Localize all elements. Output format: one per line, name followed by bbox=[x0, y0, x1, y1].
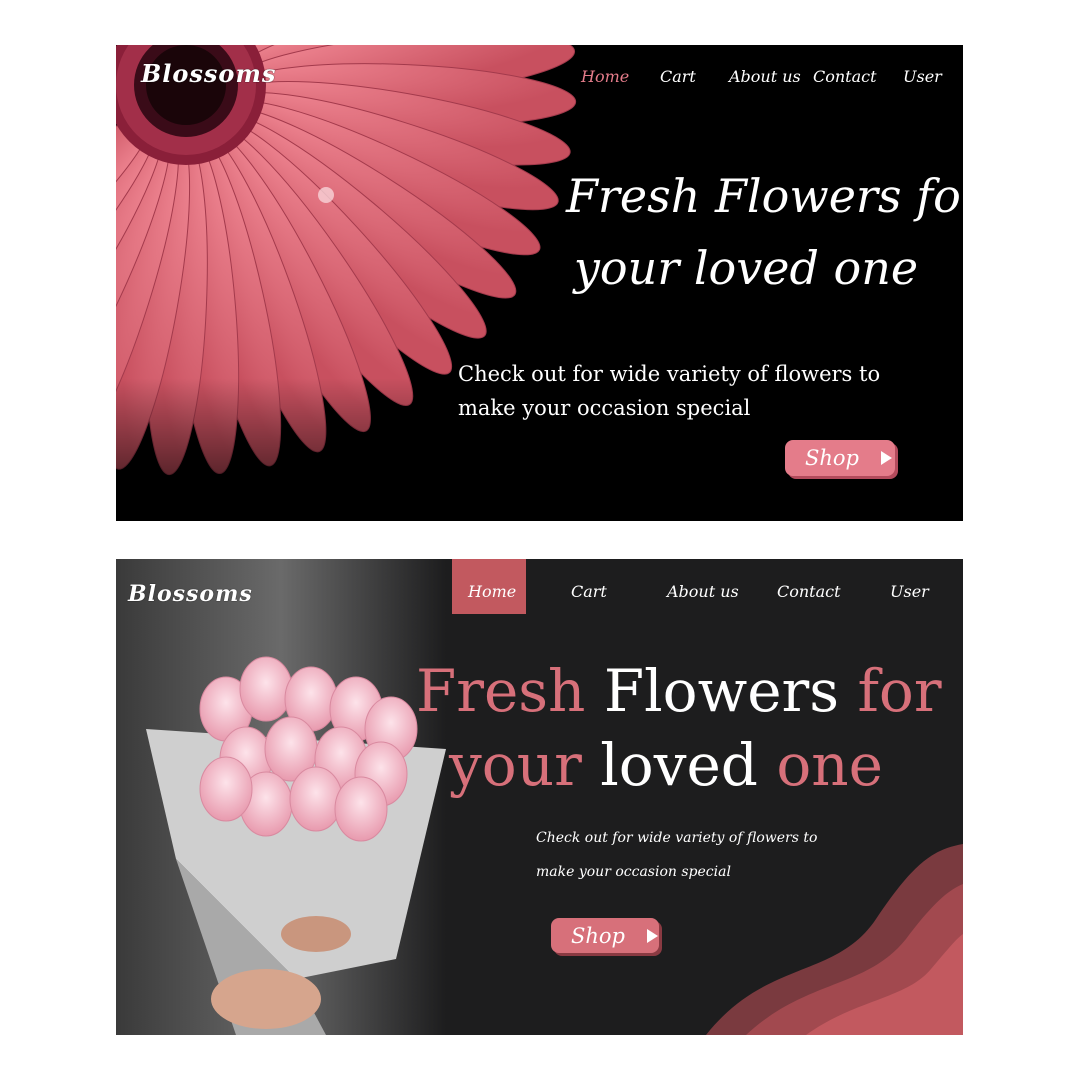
tulip-shape bbox=[239, 656, 293, 722]
main-nav: Home Cart About us Contact User bbox=[116, 45, 963, 105]
nav-cart[interactable]: Cart bbox=[571, 582, 607, 601]
hero-title: Fresh Flowers for your loved one bbox=[566, 160, 963, 304]
landing-page-variant-2: Blossoms Home Cart About us Contact User… bbox=[116, 559, 963, 1035]
nav-contact[interactable]: Contact bbox=[777, 582, 841, 601]
hero-subtitle: Check out for wide variety of flowers to… bbox=[536, 821, 817, 889]
tulip-shape bbox=[289, 766, 343, 832]
shop-button[interactable]: Shop bbox=[785, 440, 895, 476]
hero-subtitle-line: Check out for wide variety of flowers to bbox=[536, 830, 818, 846]
play-icon bbox=[647, 928, 658, 943]
hero-title-word: your bbox=[449, 731, 582, 799]
hero-title-word: loved bbox=[600, 731, 758, 799]
main-nav: Home Cart About us Contact User bbox=[116, 559, 963, 619]
nav-about-us[interactable]: About us bbox=[729, 67, 801, 86]
nav-user[interactable]: User bbox=[903, 67, 942, 86]
hero-title-word: one bbox=[776, 731, 883, 799]
hero-title-word: Fresh bbox=[566, 169, 701, 223]
hero-title-word: Flowers bbox=[715, 169, 902, 223]
hero-title-word: for bbox=[857, 657, 942, 725]
nav-contact[interactable]: Contact bbox=[813, 67, 877, 86]
tulip-shape bbox=[199, 756, 253, 822]
nav-home[interactable]: Home bbox=[581, 67, 629, 86]
hero-title-word: one bbox=[833, 241, 919, 295]
shop-button[interactable]: Shop bbox=[551, 918, 659, 953]
shop-button-label: Shop bbox=[805, 446, 859, 470]
hero-subtitle-line: make your occasion special bbox=[458, 396, 751, 420]
nav-user[interactable]: User bbox=[890, 582, 929, 601]
hero-title-word: for bbox=[916, 169, 963, 223]
shop-button-label: Shop bbox=[571, 923, 625, 948]
landing-page-variant-1: Blossoms Home Cart About us Contact User… bbox=[116, 45, 963, 521]
hero-title-word: Flowers bbox=[603, 657, 840, 725]
tulip-shape bbox=[334, 776, 388, 842]
hero-title-word: Fresh bbox=[416, 657, 586, 725]
hero-title-word: your bbox=[573, 241, 680, 295]
nav-about-us[interactable]: About us bbox=[667, 582, 739, 601]
hero-title-word: loved bbox=[693, 241, 819, 295]
nav-cart[interactable]: Cart bbox=[660, 67, 696, 86]
hero-subtitle-line: Check out for wide variety of flowers to bbox=[458, 362, 881, 386]
nav-home[interactable]: Home bbox=[468, 582, 516, 601]
play-icon bbox=[881, 451, 892, 465]
hero-title: Fresh Flowers for your loved one bbox=[416, 654, 942, 802]
hero-subtitle: Check out for wide variety of flowers to… bbox=[458, 357, 880, 425]
hero-subtitle-line: make your occasion special bbox=[536, 864, 731, 880]
